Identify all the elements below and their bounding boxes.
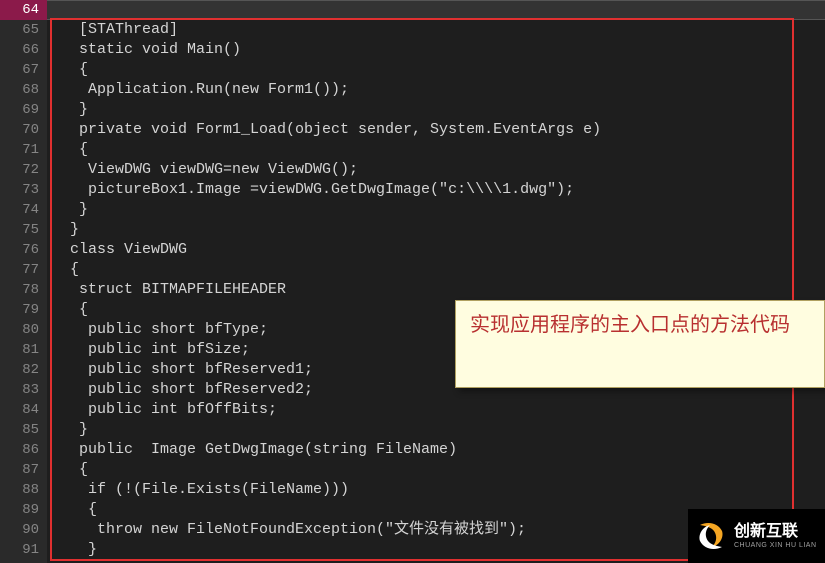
code-line[interactable]: struct BITMAPFILEHEADER [47, 280, 825, 300]
code-line[interactable]: class ViewDWG [47, 240, 825, 260]
line-number: 91 [0, 540, 47, 560]
line-number: 82 [0, 360, 47, 380]
code-line[interactable]: { [47, 60, 825, 80]
code-line[interactable]: private void Form1_Load(object sender, S… [47, 120, 825, 140]
code-line[interactable]: } [47, 220, 825, 240]
code-line[interactable]: public int bfOffBits; [47, 400, 825, 420]
line-number: 64 [0, 0, 47, 20]
line-number: 71 [0, 140, 47, 160]
line-number: 69 [0, 100, 47, 120]
code-line[interactable] [47, 0, 825, 20]
line-number: 84 [0, 400, 47, 420]
code-line[interactable]: if (!(File.Exists(FileName))) [47, 480, 825, 500]
line-number: 66 [0, 40, 47, 60]
logo-text-en: CHUANG XIN HU LIAN [734, 542, 817, 549]
line-number: 72 [0, 160, 47, 180]
code-line[interactable]: } [47, 420, 825, 440]
code-editor[interactable]: 6465666768697071727374757677787980818283… [0, 0, 825, 563]
logo-text-cn: 创新互联 [734, 524, 817, 540]
line-number-gutter: 6465666768697071727374757677787980818283… [0, 0, 47, 563]
line-number: 68 [0, 80, 47, 100]
line-number: 89 [0, 500, 47, 520]
annotation-tooltip: 实现应用程序的主入口点的方法代码 [455, 300, 825, 388]
line-number: 81 [0, 340, 47, 360]
line-number: 85 [0, 420, 47, 440]
line-number: 76 [0, 240, 47, 260]
line-number: 87 [0, 460, 47, 480]
line-number: 86 [0, 440, 47, 460]
annotation-text: 实现应用程序的主入口点的方法代码 [470, 314, 790, 336]
code-line[interactable]: Application.Run(new Form1()); [47, 80, 825, 100]
line-number: 73 [0, 180, 47, 200]
line-number: 78 [0, 280, 47, 300]
line-number: 90 [0, 520, 47, 540]
code-area[interactable]: [STAThread] static void Main() { Applica… [47, 0, 825, 563]
code-line[interactable]: } [47, 100, 825, 120]
code-line[interactable]: { [47, 260, 825, 280]
line-number: 79 [0, 300, 47, 320]
line-number: 80 [0, 320, 47, 340]
code-line[interactable]: { [47, 140, 825, 160]
line-number: 88 [0, 480, 47, 500]
code-line[interactable]: } [47, 200, 825, 220]
line-number: 83 [0, 380, 47, 400]
code-line[interactable]: public Image GetDwgImage(string FileName… [47, 440, 825, 460]
code-line[interactable]: [STAThread] [47, 20, 825, 40]
line-number: 65 [0, 20, 47, 40]
code-line[interactable]: ViewDWG viewDWG=new ViewDWG(); [47, 160, 825, 180]
watermark-logo: 创新互联 CHUANG XIN HU LIAN [688, 509, 825, 563]
code-line[interactable]: { [47, 460, 825, 480]
line-number: 74 [0, 200, 47, 220]
logo-icon [694, 519, 728, 553]
code-line[interactable]: static void Main() [47, 40, 825, 60]
line-number: 70 [0, 120, 47, 140]
line-number: 75 [0, 220, 47, 240]
code-line[interactable]: pictureBox1.Image =viewDWG.GetDwgImage("… [47, 180, 825, 200]
line-number: 67 [0, 60, 47, 80]
line-number: 77 [0, 260, 47, 280]
